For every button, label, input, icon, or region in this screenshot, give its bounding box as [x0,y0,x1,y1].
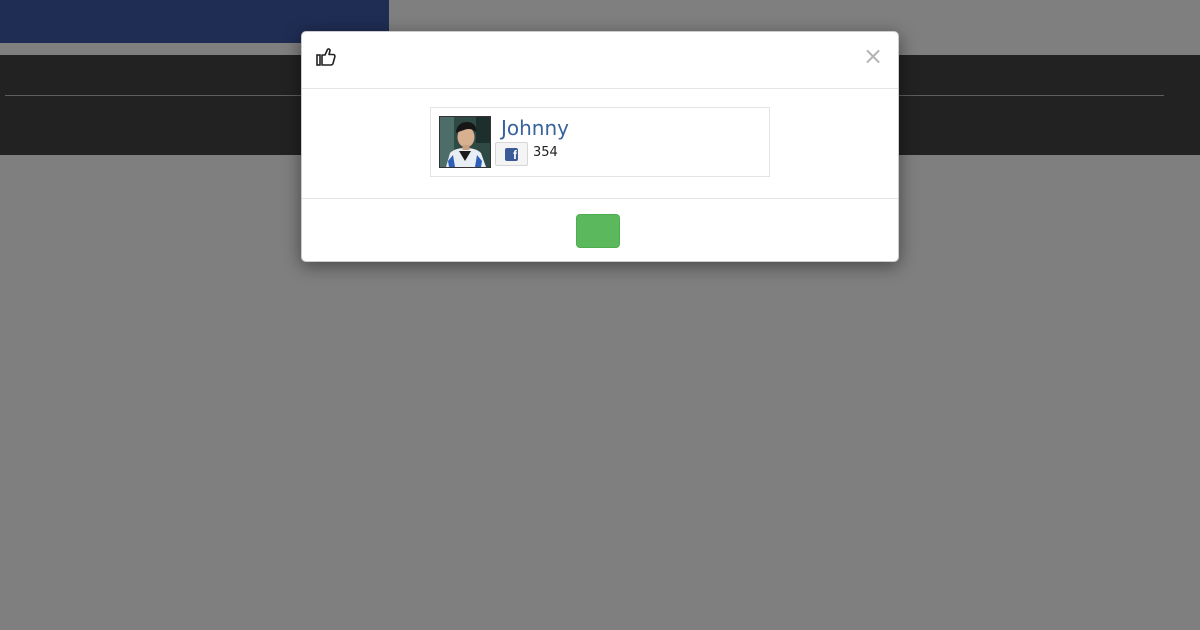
thumbs-up-icon [315,46,337,68]
user-card: Johnny f 354 [430,107,770,177]
facebook-icon: f [505,148,518,161]
close-button[interactable]: × [862,42,884,70]
facebook-badge[interactable]: f [495,142,528,166]
dialog-body: Johnny f 354 [302,89,898,198]
confirm-button[interactable] [576,214,620,248]
avatar[interactable] [439,116,491,168]
dialog-footer [302,198,898,263]
user-name-link[interactable]: Johnny [501,116,569,140]
like-dialog: × Johnny f 354 [301,31,899,262]
like-count: 354 [533,145,558,160]
dialog-header: × [302,32,898,89]
